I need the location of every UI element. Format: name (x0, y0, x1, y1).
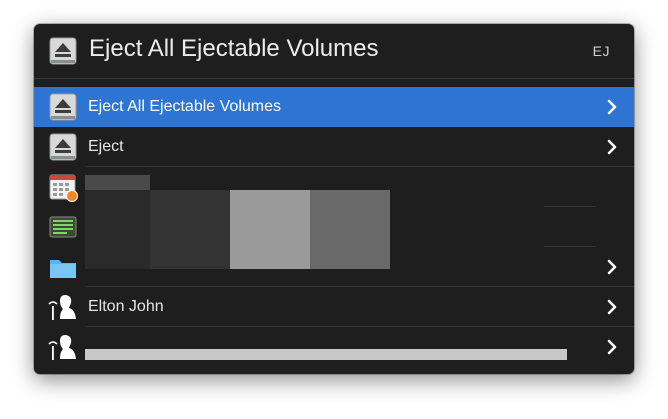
redaction-block (150, 190, 230, 269)
eject-disk-icon (49, 37, 77, 65)
search-abbreviation: EJ (592, 43, 610, 59)
redaction-block (85, 190, 150, 269)
artist-icon (48, 335, 76, 360)
artist-icon (48, 295, 76, 320)
terminal-icon (49, 216, 77, 238)
chevron-right-icon[interactable] (602, 137, 622, 157)
quicksilver-panel: Eject All Ejectable Volumes EJ Eject All… (34, 24, 634, 374)
chevron-right-icon[interactable] (602, 297, 622, 317)
redaction-block (85, 175, 150, 190)
result-row-eject[interactable]: Eject (34, 127, 634, 167)
eject-disk-icon (49, 133, 77, 161)
search-bar[interactable]: Eject All Ejectable Volumes EJ (34, 24, 634, 79)
result-row-elton-john[interactable]: Elton John (34, 287, 634, 327)
row-divider (544, 246, 596, 247)
result-label: Eject (88, 138, 124, 155)
calendar-icon (49, 174, 78, 202)
row-divider (544, 206, 596, 207)
chevron-right-icon[interactable] (602, 257, 622, 277)
result-label: Elton John (88, 298, 164, 315)
result-row-eject-all[interactable]: Eject All Ejectable Volumes (34, 87, 634, 127)
redaction-bar (85, 349, 567, 360)
redaction-block (230, 190, 310, 269)
chevron-right-icon[interactable] (602, 97, 622, 117)
search-query: Eject All Ejectable Volumes (89, 35, 379, 62)
chevron-right-icon[interactable] (602, 337, 622, 357)
result-label: Eject All Ejectable Volumes (88, 98, 281, 115)
result-row-artist[interactable] (34, 327, 634, 367)
folder-icon (50, 260, 76, 278)
eject-disk-icon (49, 93, 77, 121)
redaction-block (310, 190, 390, 269)
